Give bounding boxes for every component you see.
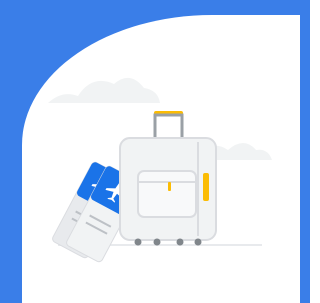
travel-illustration-screen (0, 0, 310, 303)
travel-illustration (48, 77, 272, 263)
suitcase-icon (119, 111, 217, 246)
cloud-icon (48, 77, 160, 103)
